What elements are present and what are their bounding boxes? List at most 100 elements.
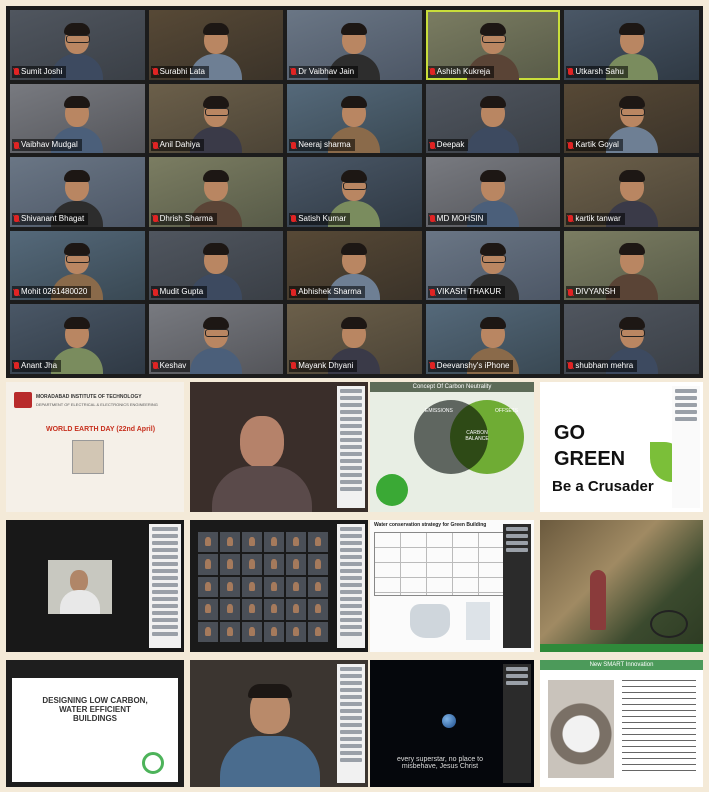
participant-hair [480, 243, 507, 256]
participant-name: shubham mehra [575, 360, 634, 370]
participant-hair [202, 169, 229, 182]
participant-tile[interactable]: Kartik Goyal [564, 83, 699, 154]
poster-org: MORADABAD INSTITUTE OF TECHNOLOGY [36, 394, 142, 400]
pedestrian [590, 570, 606, 630]
muted-mic-icon [152, 215, 158, 223]
muted-mic-icon [291, 288, 297, 296]
muted-mic-icon [291, 362, 297, 370]
participant-tile[interactable]: Utkarsh Sahu [564, 10, 699, 80]
participant-name-label: Vaibhav Mudgal [12, 139, 82, 152]
street-photo-panel [540, 520, 703, 652]
participant-video [186, 316, 246, 374]
participant-hair [618, 169, 645, 182]
participant-name-label: Dhrish Sharma [150, 212, 217, 225]
participant-tile[interactable]: Deepak [425, 83, 561, 154]
participant-name: Surabhi Lata [159, 66, 205, 76]
tank-diagram [466, 602, 490, 640]
participant-name: Neeraj sharma [298, 140, 351, 150]
toilet-diagram [410, 604, 450, 638]
event-poster-panel: MORADABAD INSTITUTE OF TECHNOLOGY DEPART… [6, 382, 184, 512]
speaker-body [212, 466, 312, 512]
participant-name: Kartik Goyal [575, 140, 619, 150]
participant-tile[interactable]: MD MOHSIN [425, 157, 561, 227]
participant-hair [480, 22, 507, 35]
participant-name: Dhrish Sharma [159, 213, 213, 223]
participant-name: Sumit Joshi [21, 66, 63, 76]
video-frame [48, 560, 112, 614]
participant-tile[interactable]: Ashish Kukreja [425, 10, 561, 80]
speaker-head [70, 570, 88, 592]
mini-gallery-grid [198, 532, 328, 642]
participant-tile[interactable]: Mudit Gupta [148, 230, 284, 301]
participant-tile[interactable]: Surabhi Lata [148, 10, 284, 80]
participant-name-label: Surabhi Lata [150, 65, 209, 78]
go-green-line1: GO [554, 422, 586, 444]
participant-name: Ashish Kukreja [436, 66, 491, 76]
participant-tile[interactable]: Keshav [148, 304, 284, 374]
participant-hair [202, 22, 229, 35]
glasses-icon [620, 108, 645, 117]
participant-name: Utkarsh Sahu [575, 66, 624, 76]
carbon-neutrality-slide: Concept Of Carbon Neutrality CARBON BALA… [370, 382, 534, 512]
participant-tile[interactable]: shubham mehra [564, 304, 699, 374]
participant-tile[interactable]: Mohit 0261480020 [10, 230, 145, 301]
participant-tile[interactable]: kartik tanwar [564, 157, 699, 227]
participant-tile[interactable]: Mayank Dhyani [287, 304, 422, 374]
participant-name-label: Dr Vaibhav Jain [289, 65, 359, 78]
participant-tile[interactable]: Anil Dahiya [148, 83, 284, 154]
participant-tile[interactable]: DIVYANSH [564, 230, 699, 301]
muted-mic-icon [152, 141, 158, 149]
participant-tile[interactable]: Abhishek Sharma [287, 230, 422, 301]
muted-mic-icon [152, 68, 158, 76]
participant-tile[interactable]: VIKASH THAKUR [425, 230, 561, 301]
emissions-label: EMISSIONS [425, 408, 453, 414]
participant-name: Satish Kumar [298, 213, 347, 223]
participant-name: Mohit 0261480020 [21, 287, 88, 297]
muted-mic-icon [568, 215, 574, 223]
participant-video [463, 95, 523, 154]
muted-mic-icon [568, 68, 574, 76]
carbon-balance-label: CARBON BALANCE [465, 430, 489, 442]
participant-name-label: Neeraj sharma [289, 139, 355, 152]
participant-name: Mayank Dhyani [298, 360, 354, 370]
participant-hair [341, 316, 368, 329]
participant-tile[interactable]: Dhrish Sharma [148, 157, 284, 227]
participant-tile[interactable]: Deevanshy's iPhone [425, 304, 561, 374]
participant-name: Vaibhav Mudgal [21, 140, 78, 150]
participant-hair [618, 96, 645, 109]
participant-tile[interactable]: Shivanant Bhagat [10, 157, 145, 227]
participant-name-label: DIVYANSH [566, 286, 620, 299]
participant-name-label: VIKASH THAKUR [427, 286, 506, 299]
participant-name: Dr Vaibhav Jain [298, 66, 355, 76]
muted-mic-icon [429, 141, 435, 149]
participant-hair [480, 169, 507, 182]
earth-space-slide: every superstar, no place to misbehave, … [370, 660, 534, 787]
poster-logo [14, 392, 32, 408]
participant-name: Abhishek Sharma [298, 287, 362, 297]
participant-hair [202, 316, 229, 329]
participant-tile[interactable]: Neeraj sharma [287, 83, 422, 154]
participant-name-label: Mohit 0261480020 [12, 286, 92, 299]
participant-name: MD MOHSIN [436, 213, 484, 223]
participant-name: Anant Jha [21, 360, 58, 370]
speaker-body [60, 590, 100, 614]
participant-name: VIKASH THAKUR [436, 287, 502, 297]
participant-name-label: Anant Jha [12, 359, 62, 372]
participant-name-label: Keshav [150, 359, 191, 372]
participant-tile[interactable]: Dr Vaibhav Jain [287, 10, 422, 80]
participant-tile[interactable]: Satish Kumar [287, 157, 422, 227]
water-strategy-slide: Water conservation strategy for Green Bu… [370, 520, 534, 652]
participants-sidebar [337, 664, 365, 783]
muted-mic-icon [14, 362, 19, 370]
slide-white-area: DESIGNING LOW CARBON, WATER EFFICIENT BU… [12, 678, 178, 782]
participants-sidebar [503, 524, 531, 648]
participant-tile[interactable]: Vaibhav Mudgal [10, 83, 145, 154]
participant-name: DIVYANSH [575, 287, 616, 297]
participant-tile[interactable]: Anant Jha [10, 304, 145, 374]
participant-hair [618, 316, 645, 329]
participant-tile[interactable]: Sumit Joshi [10, 10, 145, 80]
speaker-body [220, 736, 320, 787]
muted-mic-icon [291, 68, 297, 76]
participant-name: Deevanshy's iPhone [436, 360, 510, 370]
page: Sumit Joshi Surabhi Lata Dr Vaibhav Jain As… [0, 0, 709, 792]
